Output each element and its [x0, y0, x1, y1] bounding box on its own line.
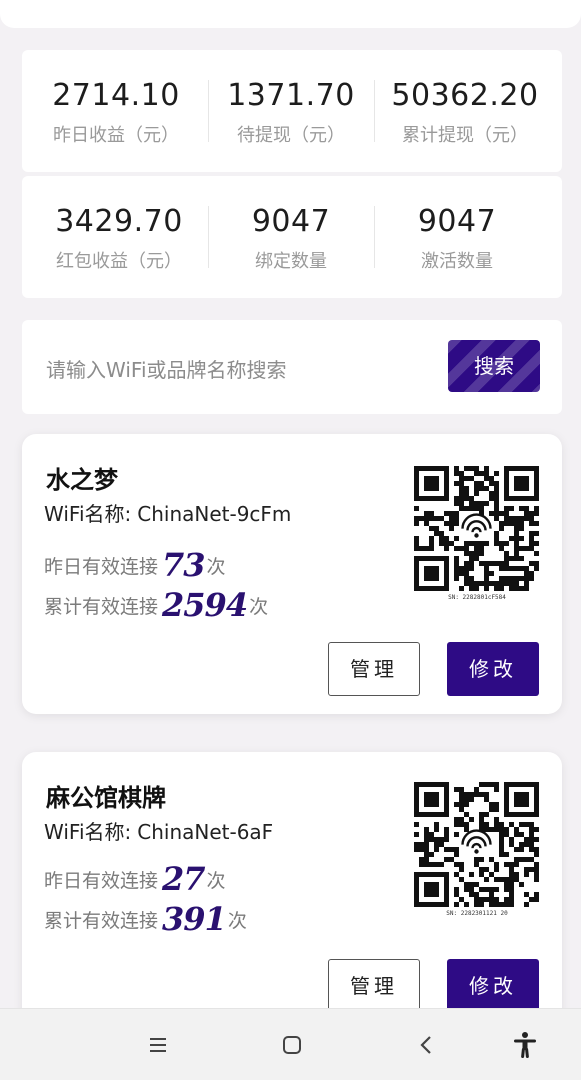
system-navbar	[0, 1008, 581, 1080]
unit-label: 次	[206, 556, 226, 578]
stat-value: 2714.10	[52, 78, 180, 113]
unit-label: 次	[249, 596, 269, 618]
back-chevron-icon[interactable]	[410, 1029, 442, 1061]
qr-code-icon	[414, 466, 539, 591]
stat-label: 累计提现（元）	[402, 125, 528, 146]
store-name: 水之梦	[46, 466, 118, 494]
total-connections-label: 累计有效连接	[44, 596, 159, 618]
yesterday-connections: 昨日有效连接 73 次	[44, 546, 226, 584]
yesterday-connections-count: 73	[162, 546, 206, 584]
manage-button[interactable]: 管理	[328, 959, 420, 1013]
qr-serial: SN: 2282301121 20	[446, 910, 508, 917]
stat-label: 红包收益（元）	[56, 251, 182, 272]
menu-icon[interactable]	[142, 1029, 174, 1061]
stat-label: 激活数量	[421, 251, 493, 272]
unit-label: 次	[206, 870, 226, 892]
qr-serial: SN: 2282801cF584	[448, 594, 506, 601]
stat-value: 3429.70	[55, 204, 183, 239]
wifi-ssid: ChinaNet-6aF	[137, 820, 274, 844]
stat-total-withdraw[interactable]: 50362.20 累计提现（元）	[378, 50, 552, 172]
manage-button[interactable]: 管理	[328, 642, 420, 696]
accessibility-icon[interactable]	[509, 1029, 541, 1061]
home-square-icon[interactable]	[276, 1029, 308, 1061]
stat-label: 待提现（元）	[237, 125, 345, 146]
app-page: 2714.10 昨日收益（元） 1371.70 待提现（元） 50362.20 …	[0, 0, 581, 1080]
qr-code[interactable]: SN: 2282301121 20	[412, 780, 542, 917]
stat-label: 昨日收益（元）	[53, 125, 179, 146]
total-connections-count: 2594	[162, 586, 248, 624]
stat-pending-withdraw[interactable]: 1371.70 待提现（元）	[204, 50, 378, 172]
stat-redpacket-income[interactable]: 3429.70 红包收益（元）	[32, 176, 206, 298]
stat-value: 1371.70	[227, 78, 355, 113]
stat-bound-count[interactable]: 9047 绑定数量	[204, 176, 378, 298]
yesterday-connections-count: 27	[162, 860, 206, 898]
stat-value: 9047	[417, 204, 497, 239]
edit-button[interactable]: 修改	[447, 959, 539, 1013]
search-bar: 请输入WiFi或品牌名称搜索 搜索	[22, 320, 562, 414]
qr-code[interactable]: SN: 2282801cF584	[412, 464, 542, 601]
yesterday-connections-label: 昨日有效连接	[44, 556, 159, 578]
stat-value: 50362.20	[391, 78, 539, 113]
wifi-label: WiFi名称:	[44, 820, 132, 844]
stat-yesterday-income[interactable]: 2714.10 昨日收益（元）	[29, 50, 203, 172]
total-connections-label: 累计有效连接	[44, 910, 159, 932]
store-name: 麻公馆棋牌	[46, 784, 166, 812]
stat-value: 9047	[251, 204, 331, 239]
yesterday-connections-label: 昨日有效连接	[44, 870, 159, 892]
unit-label: 次	[227, 910, 247, 932]
yesterday-connections: 昨日有效连接 27 次	[44, 860, 226, 898]
total-connections: 累计有效连接 391 次	[44, 900, 247, 938]
search-input[interactable]: 请输入WiFi或品牌名称搜索	[46, 354, 287, 383]
wifi-label: WiFi名称:	[44, 502, 132, 526]
stat-label: 绑定数量	[255, 251, 327, 272]
store-card: 麻公馆棋牌 WiFi名称: ChinaNet-6aF 昨日有效连接 27 次 累计有效…	[22, 752, 562, 1052]
store-wifi-name: WiFi名称: ChinaNet-6aF	[44, 816, 273, 845]
edit-button[interactable]: 修改	[447, 642, 539, 696]
wifi-ssid: ChinaNet-9cFm	[137, 502, 292, 526]
stats-card-devices: 3429.70 红包收益（元） 9047 绑定数量 9047 激活数量	[22, 176, 562, 298]
divider	[374, 80, 375, 142]
stats-card-income: 2714.10 昨日收益（元） 1371.70 待提现（元） 50362.20 …	[22, 50, 562, 172]
profile-card-partial	[0, 0, 581, 28]
search-button-label: 搜索	[474, 354, 514, 378]
total-connections-count: 391	[162, 900, 227, 938]
qr-code-icon	[414, 782, 539, 907]
search-button[interactable]: 搜索	[448, 340, 540, 392]
total-connections: 累计有效连接 2594 次	[44, 586, 268, 624]
store-wifi-name: WiFi名称: ChinaNet-9cFm	[44, 498, 291, 527]
stat-activated-count[interactable]: 9047 激活数量	[370, 176, 544, 298]
store-card: 水之梦 WiFi名称: ChinaNet-9cFm 昨日有效连接 73 次 累计有效连…	[22, 434, 562, 714]
